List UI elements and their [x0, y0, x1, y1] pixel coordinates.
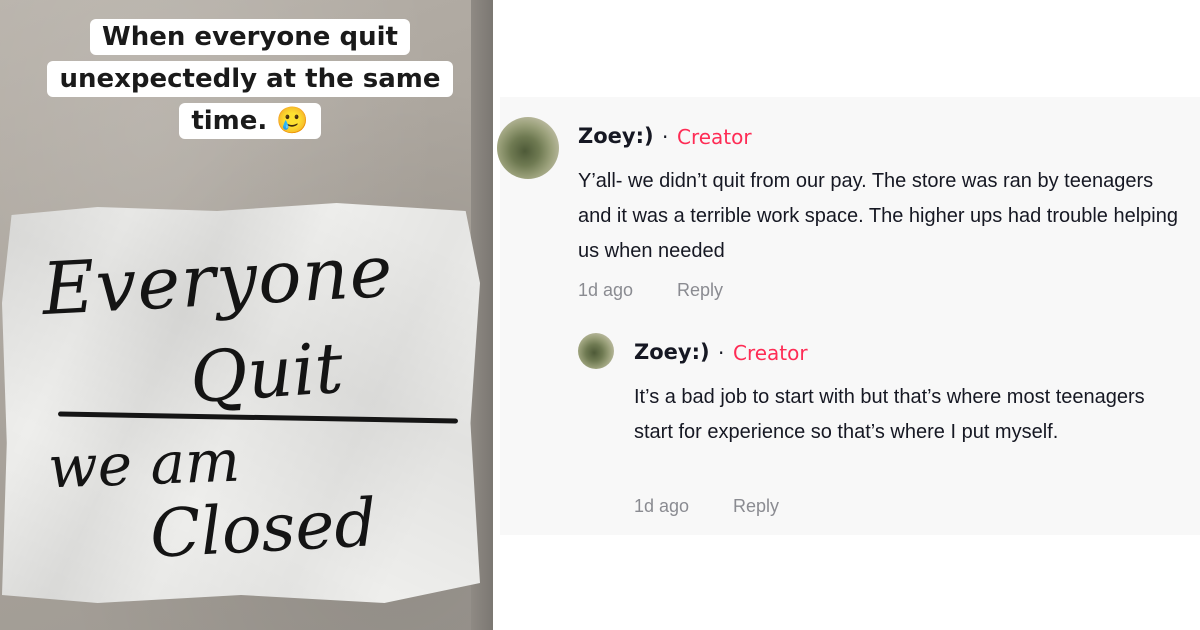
caption-line-3: time. 🥲: [179, 103, 321, 139]
caption-line-2: unexpectedly at the same: [47, 61, 453, 97]
comment-text: Y’all- we didn’t quit from our pay. The …: [578, 170, 1178, 262]
creator-badge: Creator: [677, 125, 752, 149]
avatar[interactable]: [497, 117, 559, 179]
comment-timestamp: 1d ago: [634, 496, 690, 516]
video-caption: When everyone quit unexpectedly at the s…: [40, 16, 460, 142]
reply-button[interactable]: Reply: [677, 280, 723, 301]
avatar[interactable]: [578, 333, 614, 369]
sign-text-closed: Closed: [148, 484, 379, 573]
comment-author[interactable]: Zoey:): [578, 124, 654, 148]
sign-text-we-am: we am: [46, 426, 242, 502]
comment-author[interactable]: Zoey:): [634, 340, 710, 364]
comment-timestamp: 1d ago: [578, 280, 634, 300]
separator-dot: ·: [662, 125, 669, 149]
reply-button[interactable]: Reply: [733, 496, 779, 517]
creator-badge: Creator: [733, 341, 808, 365]
caption-line-1: When everyone quit: [90, 19, 410, 55]
sign-text-quit: Quit: [187, 326, 346, 420]
separator-dot: ·: [718, 341, 725, 365]
comment-text: It’s a bad job to start with but that’s …: [634, 386, 1145, 443]
comments-panel: [500, 97, 1200, 535]
